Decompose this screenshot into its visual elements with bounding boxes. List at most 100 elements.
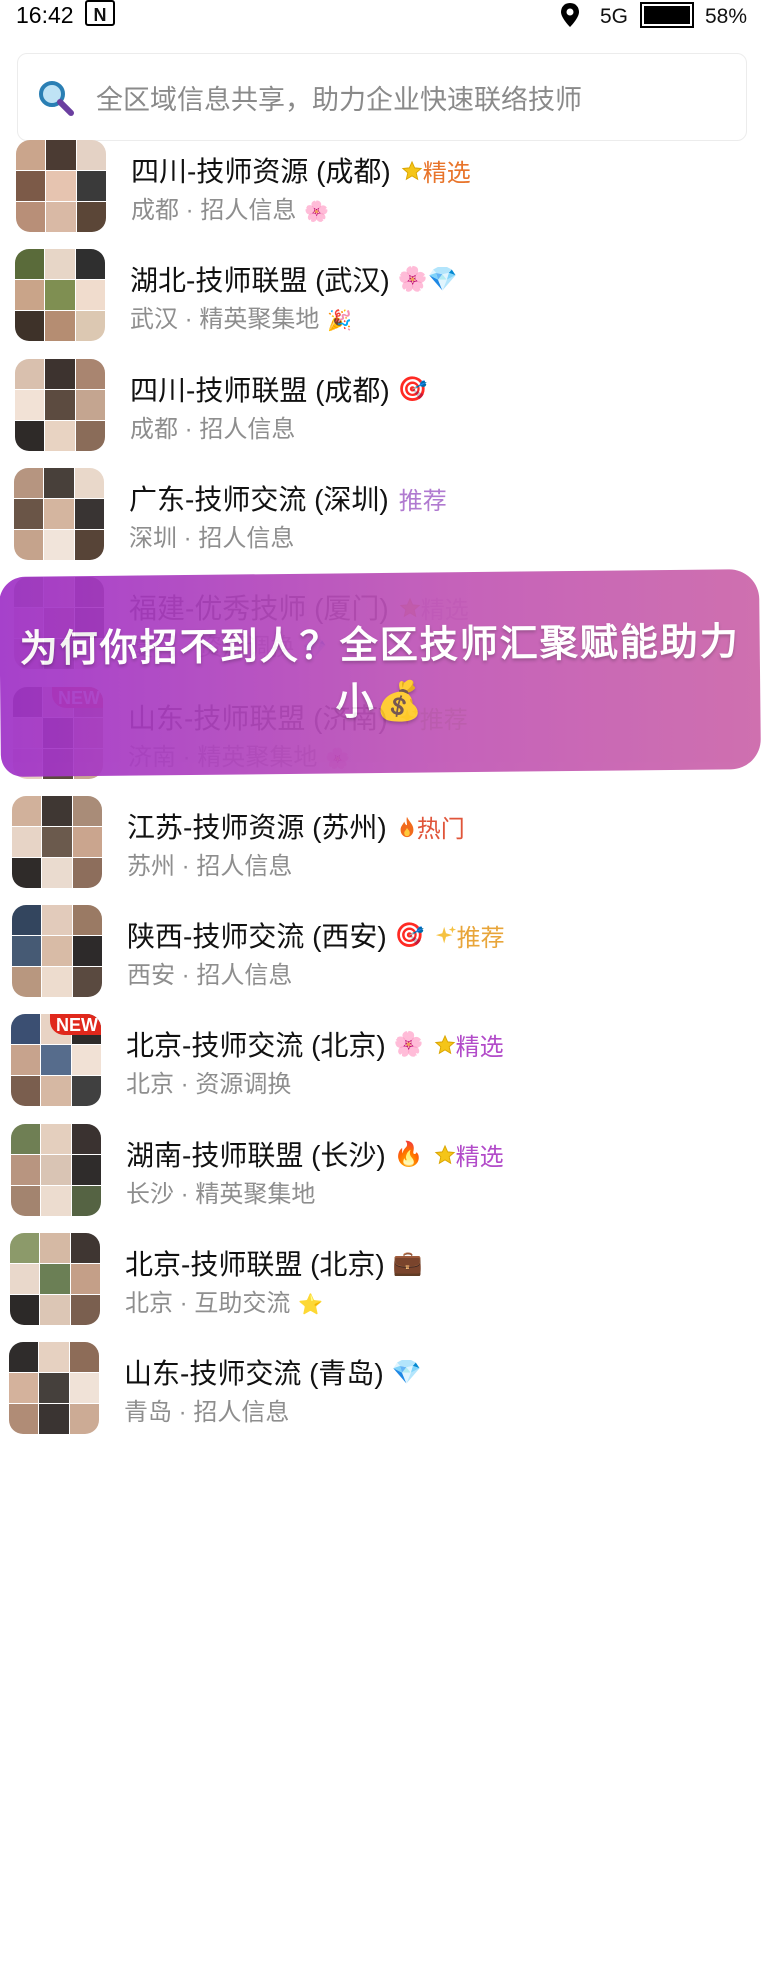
list-item[interactable]: 湖南-技师联盟 (长沙) 🔥 精选 长沙 · 精英聚集地 — [0, 1124, 784, 1234]
list-item[interactable]: 四川-技师联盟 (成都) 🎯 成都 · 招人信息 — [0, 359, 784, 469]
promo-banner[interactable]: 为何你招不到人？全区技师汇聚赋能助力 小💰 — [0, 569, 762, 777]
sub-emoji: ⭐ — [298, 1294, 324, 1316]
group-avatar — [9, 1342, 99, 1434]
item-title: 湖南-技师联盟 (长沙) 🔥 精选 — [126, 1134, 504, 1174]
new-badge: NEW — [50, 1014, 101, 1035]
group-avatar — [12, 905, 102, 997]
list-item[interactable]: 北京-技师联盟 (北京) 💼 北京 · 互助交流 ⭐ — [0, 1233, 784, 1343]
sparkle-icon — [435, 925, 456, 944]
group-avatar — [15, 249, 105, 341]
list-item[interactable]: 江苏-技师资源 (苏州) 热门 苏州 · 招人信息 — [0, 796, 784, 906]
item-city: 武汉 — [130, 306, 178, 333]
group-avatar — [10, 1233, 100, 1325]
search-icon — [39, 81, 74, 116]
item-tag-label: 精选 — [422, 160, 471, 188]
item-city: 北京 — [125, 1290, 173, 1317]
item-category: 互助交流 — [194, 1290, 291, 1317]
title-emoji: 🌸💎 — [397, 265, 458, 293]
title-emoji: 💼 — [392, 1249, 423, 1277]
item-tag-label: 精选 — [455, 1144, 504, 1172]
title-emoji: 🌸 — [393, 1030, 424, 1058]
title-emoji: 🎯 — [397, 375, 428, 403]
notification-icon: N — [85, 0, 115, 26]
title-emoji: 💎 — [391, 1358, 422, 1386]
item-title: 江苏-技师资源 (苏州) 热门 — [127, 806, 465, 846]
status-bar: 16:42 N 5G 58% — [0, 0, 784, 40]
battery-icon — [640, 2, 694, 28]
item-tag-label: 推荐 — [398, 488, 447, 516]
separator-dot: · — [173, 1290, 195, 1317]
banner-text: 为何你招不到人？全区技师汇聚赋能助力 小💰 — [19, 621, 740, 724]
item-category: 精英聚集地 — [195, 1181, 316, 1208]
star-icon — [434, 1034, 455, 1055]
item-subtitle: 成都 · 招人信息 🌸 — [131, 190, 329, 225]
list-item[interactable]: 山东-技师交流 (青岛) 💎 青岛 · 招人信息 — [0, 1342, 784, 1452]
separator-dot: · — [179, 197, 201, 224]
item-tag: 推荐 — [435, 921, 505, 953]
separator-dot: · — [177, 525, 199, 552]
sub-emoji: 🌸 — [304, 201, 330, 223]
item-tag-label: 热门 — [416, 816, 465, 844]
item-title-text: 四川-技师联盟 (成都) — [130, 375, 390, 406]
title-emoji: 🎯 — [394, 921, 425, 949]
item-title: 北京-技师交流 (北京) 🌸 精选 — [126, 1024, 504, 1064]
group-avatar — [11, 1124, 101, 1216]
group-avatar — [16, 140, 106, 232]
separator-dot: · — [178, 306, 200, 333]
item-city: 成都 — [131, 197, 179, 224]
item-tag: 热门 — [397, 812, 465, 844]
item-city: 西安 — [127, 962, 175, 989]
item-subtitle: 武汉 · 精英聚集地 🎉 — [130, 299, 352, 334]
item-subtitle: 北京 · 资源调换 — [126, 1064, 291, 1099]
item-title: 陕西-技师交流 (西安) 🎯 推荐 — [127, 915, 505, 955]
item-title-text: 湖北-技师联盟 (武汉) — [130, 265, 390, 296]
item-title: 北京-技师联盟 (北京) 💼 — [125, 1243, 423, 1283]
item-subtitle: 深圳 · 招人信息 — [129, 518, 294, 553]
location-icon — [561, 3, 579, 27]
item-title: 湖北-技师联盟 (武汉) 🌸💎 — [130, 259, 458, 299]
search-bar[interactable]: 全区域信息共享，助力企业快速联络技师 — [17, 53, 747, 141]
sub-emoji: 🎉 — [327, 310, 353, 332]
title-emoji: 🔥 — [393, 1140, 424, 1168]
item-category: 招人信息 — [193, 1399, 290, 1426]
item-title: 四川-技师资源 (成都) 精选 — [131, 150, 471, 190]
item-title-text: 山东-技师交流 (青岛) — [124, 1358, 384, 1389]
item-category: 招人信息 — [200, 197, 297, 224]
item-category: 招人信息 — [196, 962, 293, 989]
item-title-text: 四川-技师资源 (成都) — [131, 156, 391, 187]
group-avatar: NEW — [11, 1014, 101, 1106]
group-avatar — [14, 468, 104, 560]
item-tag-label: 推荐 — [456, 925, 505, 953]
group-avatar — [12, 796, 102, 888]
separator-dot: · — [175, 853, 197, 880]
item-title: 广东-技师交流 (深圳) 推荐 — [129, 478, 447, 518]
list-item[interactable]: NEW 北京-技师交流 (北京) 🌸 精选 北京 · 资源调换 — [0, 1014, 784, 1124]
separator-dot: · — [178, 416, 200, 443]
status-time: 16:42 — [16, 2, 74, 28]
star-icon — [401, 160, 423, 181]
list-item[interactable]: 湖北-技师联盟 (武汉) 🌸💎 武汉 · 精英聚集地 🎉 — [0, 249, 784, 359]
item-subtitle: 西安 · 招人信息 — [127, 955, 292, 990]
group-avatar — [15, 359, 105, 451]
item-tag: 精选 — [434, 1140, 504, 1172]
item-title: 四川-技师联盟 (成都) 🎯 — [130, 369, 428, 409]
item-city: 北京 — [126, 1071, 174, 1098]
item-city: 青岛 — [124, 1399, 172, 1426]
separator-dot: · — [175, 962, 197, 989]
item-subtitle: 苏州 · 招人信息 — [127, 846, 292, 881]
item-title-text: 陕西-技师交流 (西安) — [127, 921, 387, 952]
item-tag: 精选 — [434, 1030, 504, 1062]
item-category: 精英聚集地 — [199, 306, 320, 333]
list-item[interactable]: 陕西-技师交流 (西安) 🎯 推荐西安 · 招人信息 — [0, 905, 784, 1015]
list-item[interactable]: 四川-技师资源 (成都) 精选成都 · 招人信息 🌸 — [0, 140, 784, 250]
item-subtitle: 成都 · 招人信息 — [130, 409, 295, 444]
item-title: 山东-技师交流 (青岛) 💎 — [124, 1352, 422, 1392]
item-title-text: 湖南-技师联盟 (长沙) — [126, 1140, 386, 1171]
list-item[interactable]: 广东-技师交流 (深圳) 推荐 深圳 · 招人信息 — [0, 468, 784, 578]
item-tag: 精选 — [401, 156, 471, 188]
separator-dot: · — [174, 1071, 196, 1098]
fire-icon — [400, 816, 414, 838]
battery-percent: 58% — [705, 5, 748, 28]
item-city: 长沙 — [126, 1181, 174, 1208]
item-city: 深圳 — [129, 525, 177, 552]
